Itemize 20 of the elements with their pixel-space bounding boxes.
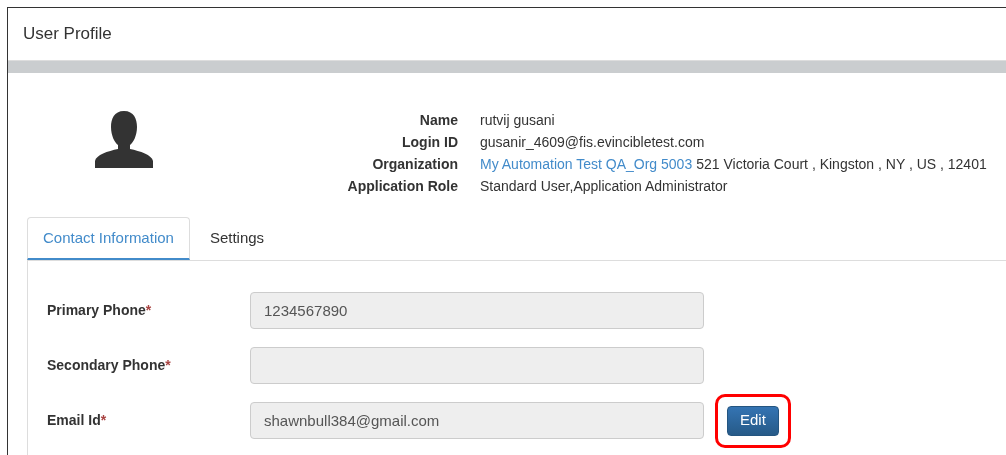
user-avatar-icon [94, 109, 154, 169]
tab[interactable]: Contact Information [27, 217, 190, 260]
profile-label: Organization [371, 155, 458, 174]
profile-value: rutvij gusani [480, 111, 555, 130]
profile-value: 521 Victoria Court , Kingston , NY , US , 12401 [696, 155, 987, 174]
profile-label: Name [418, 111, 458, 130]
field-label: Secondary Phone [47, 356, 166, 375]
organization-link[interactable]: My Automation Test QA_Org 5003 [480, 153, 693, 175]
profile-label: Login ID [401, 133, 458, 152]
profile-value: gusanir_4609@fis.evincibletest.com [480, 133, 705, 152]
required-mark: * [145, 301, 152, 320]
panel-title: User Profile [23, 23, 112, 46]
field-label: Email Id [47, 411, 101, 430]
profile-value: Standard User,Application Administrator [480, 177, 728, 196]
edit-button[interactable]: Edit [727, 405, 779, 436]
required-mark: * [100, 411, 107, 430]
field-label: Primary Phone [47, 301, 146, 320]
tab[interactable]: Settings [189, 217, 285, 260]
required-mark: * [165, 356, 171, 375]
profile-label: Application Role [346, 177, 458, 196]
